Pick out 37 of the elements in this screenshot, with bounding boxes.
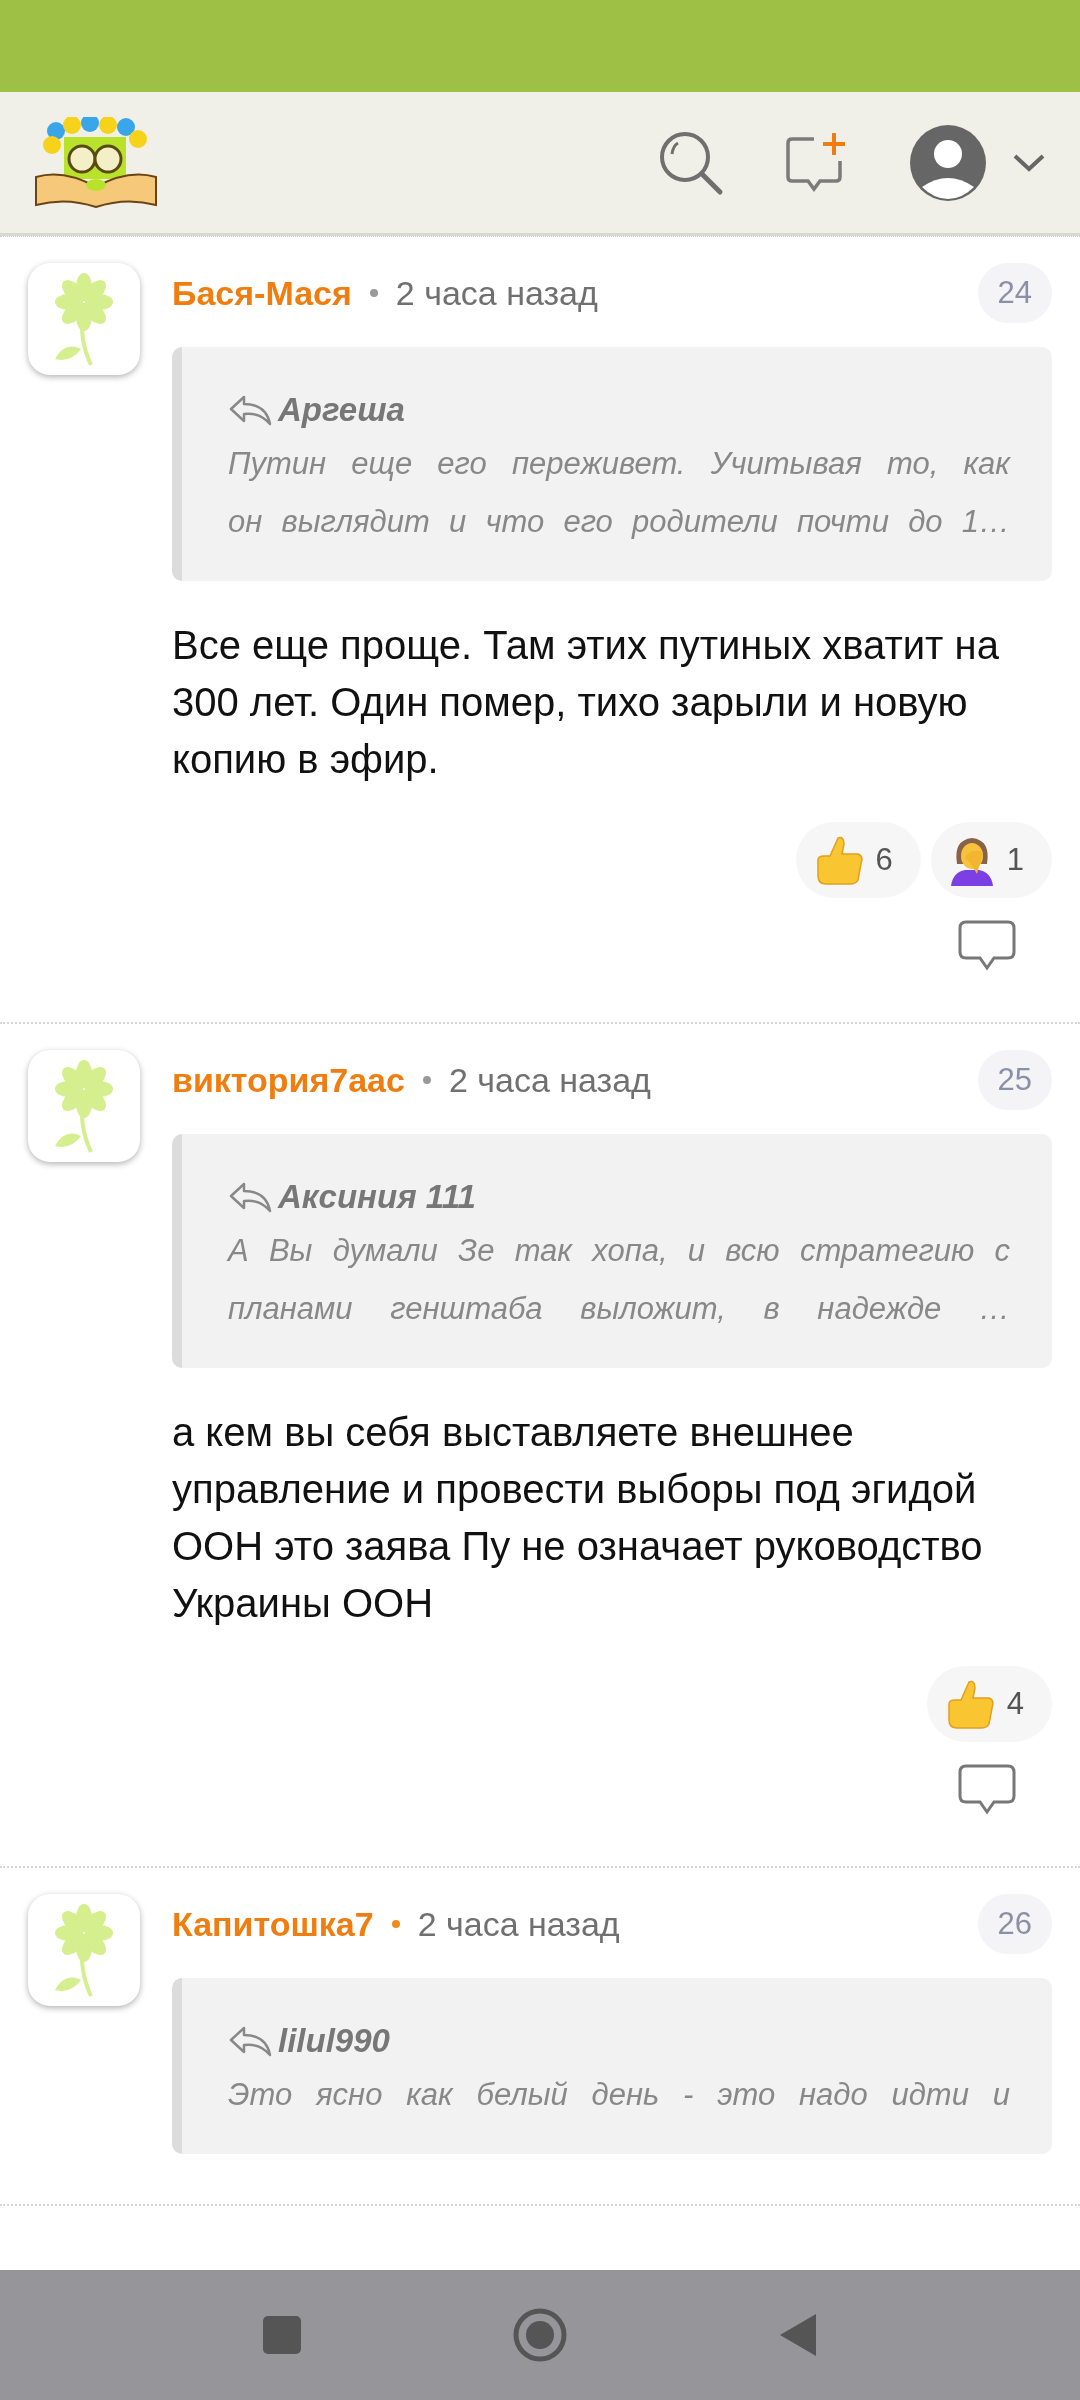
- reply-arrow-icon: [228, 1181, 272, 1213]
- reply-bubble-icon[interactable]: [958, 920, 1016, 972]
- quoted-author: lilul990: [278, 2022, 390, 2060]
- comment-number: 25: [977, 1050, 1052, 1110]
- comment-time: 2 часа назад: [395, 273, 598, 313]
- comment-time: 2 часа назад: [417, 1904, 620, 1944]
- quoted-text: А Вы думали Зе так хопа, и всю стратегию с: [228, 1232, 1010, 1270]
- quoted-comment[interactable]: Аргеша Путин еще его переживет. Учитывая то, как он выглядит и что его родители почти до 1…: [172, 347, 1052, 581]
- author-name[interactable]: Капитошка7: [172, 1904, 374, 1944]
- quoted-text: Путин еще его переживет. Учитывая то, как: [228, 445, 1010, 483]
- quoted-comment[interactable]: Аксиния 111 А Вы думали Зе так хопа, и всю стратегию с планами генштаба выложит, в надежде …: [172, 1134, 1052, 1368]
- author-name[interactable]: виктория7аас: [172, 1060, 405, 1100]
- reaction-button[interactable]: 4: [926, 1666, 1052, 1742]
- quoted-comment[interactable]: lilul990 Это ясно как белый день - это надо идти и: [172, 1978, 1052, 2154]
- back-icon[interactable]: [778, 2312, 818, 2358]
- reaction-button[interactable]: 1: [930, 822, 1052, 898]
- reaction-button[interactable]: 6: [795, 822, 921, 898]
- comment-text: а кем вы себя выставляете внешнее управление и провести выборы под эгидой ООН это заява Пу не означает руководство Украины ООН: [172, 1409, 984, 1627]
- reply-arrow-icon: [228, 394, 272, 426]
- quoted-text: он выглядит и что его родители почти до 1…: [228, 503, 1010, 541]
- chevron-down-icon[interactable]: [1012, 152, 1046, 173]
- comment-time: 2 часа назад: [448, 1060, 651, 1100]
- comment-number: 24: [977, 263, 1052, 323]
- comment-number: 26: [977, 1894, 1052, 1954]
- user-avatar-icon[interactable]: [908, 122, 988, 203]
- quoted-author: Аргеша: [278, 391, 405, 429]
- quoted-author: Аксиния 111: [278, 1178, 476, 1216]
- reply-arrow-icon: [228, 2025, 272, 2057]
- quoted-text: планами генштаба выложит, в надежде …: [228, 1290, 1010, 1328]
- search-icon[interactable]: [658, 129, 724, 196]
- home-icon[interactable]: [512, 2307, 568, 2363]
- author-name[interactable]: Бася-Мася: [172, 273, 352, 313]
- logo-drawing[interactable]: [34, 116, 158, 209]
- recent-apps-icon[interactable]: [262, 2315, 302, 2355]
- comment-text: Все еще проще. Там этих путиных хватит на 300 лет. Один помер, тихо зарыли и новую копию в эфир.: [172, 622, 1000, 783]
- reply-bubble-icon[interactable]: [958, 1764, 1016, 1816]
- quoted-text: Это ясно как белый день - это надо идти и: [228, 2076, 1010, 2114]
